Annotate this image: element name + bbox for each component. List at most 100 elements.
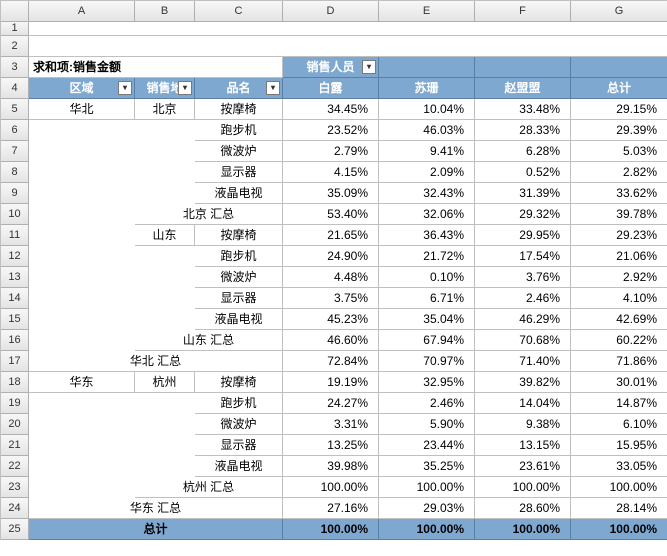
- dropdown-icon[interactable]: ▾: [362, 60, 376, 74]
- value-cell[interactable]: 31.39%: [475, 183, 571, 204]
- row-header-15[interactable]: 15: [1, 309, 29, 330]
- col-header-B[interactable]: B: [135, 1, 195, 22]
- col-person-1[interactable]: 苏珊: [379, 78, 475, 99]
- value-cell[interactable]: 4.48%: [283, 267, 379, 288]
- row-header-21[interactable]: 21: [1, 435, 29, 456]
- value-cell[interactable]: 67.94%: [379, 330, 475, 351]
- value-cell[interactable]: 3.31%: [283, 414, 379, 435]
- value-cell[interactable]: 2.09%: [379, 162, 475, 183]
- row-header-20[interactable]: 20: [1, 414, 29, 435]
- value-cell[interactable]: 28.33%: [475, 120, 571, 141]
- dropdown-icon[interactable]: ▾: [266, 81, 280, 95]
- city-shandong[interactable]: 山东: [135, 225, 195, 246]
- pivot-row-product[interactable]: 品名 ▾: [195, 78, 283, 99]
- value-cell[interactable]: 53.40%: [283, 204, 379, 225]
- value-cell[interactable]: 60.22%: [571, 330, 667, 351]
- row-header-16[interactable]: 16: [1, 330, 29, 351]
- value-cell[interactable]: 6.10%: [571, 414, 667, 435]
- value-cell[interactable]: 13.15%: [475, 435, 571, 456]
- value-cell[interactable]: 42.69%: [571, 309, 667, 330]
- cell[interactable]: [571, 57, 667, 78]
- row-header-24[interactable]: 24: [1, 498, 29, 519]
- col-person-total[interactable]: 总计: [571, 78, 667, 99]
- col-person-0[interactable]: 白露: [283, 78, 379, 99]
- value-cell[interactable]: 35.25%: [379, 456, 475, 477]
- row-header-3[interactable]: 3: [1, 57, 29, 78]
- product-cell[interactable]: 微波炉: [195, 267, 283, 288]
- value-cell[interactable]: 9.38%: [475, 414, 571, 435]
- col-header-E[interactable]: E: [379, 1, 475, 22]
- value-cell[interactable]: 35.04%: [379, 309, 475, 330]
- product-cell[interactable]: 液晶电视: [195, 309, 283, 330]
- grand-value[interactable]: 100.00%: [283, 519, 379, 540]
- product-cell[interactable]: 跑步机: [195, 246, 283, 267]
- product-cell[interactable]: 按摩椅: [195, 225, 283, 246]
- product-cell[interactable]: 显示器: [195, 435, 283, 456]
- grand-total-label[interactable]: 总计: [29, 519, 283, 540]
- row-header-12[interactable]: 12: [1, 246, 29, 267]
- row-header-22[interactable]: 22: [1, 456, 29, 477]
- region-huabei[interactable]: 华北: [29, 99, 135, 120]
- product-cell[interactable]: 液晶电视: [195, 183, 283, 204]
- cell[interactable]: [29, 22, 667, 36]
- subtotal-hangzhou[interactable]: 杭州 汇总: [135, 477, 283, 498]
- value-cell[interactable]: 39.78%: [571, 204, 667, 225]
- subtotal-beijing[interactable]: 北京 汇总: [135, 204, 283, 225]
- product-cell[interactable]: 显示器: [195, 162, 283, 183]
- cell[interactable]: [379, 57, 475, 78]
- product-cell[interactable]: 显示器: [195, 288, 283, 309]
- row-header-4[interactable]: 4: [1, 78, 29, 99]
- value-cell[interactable]: 33.48%: [475, 99, 571, 120]
- product-cell[interactable]: 按摩椅: [195, 372, 283, 393]
- pivot-col-field[interactable]: 销售人员 ▾: [283, 57, 379, 78]
- col-header-A[interactable]: A: [29, 1, 135, 22]
- value-cell[interactable]: 32.43%: [379, 183, 475, 204]
- col-header-C[interactable]: C: [195, 1, 283, 22]
- row-header-5[interactable]: 5: [1, 99, 29, 120]
- value-cell[interactable]: 6.28%: [475, 141, 571, 162]
- row-header-8[interactable]: 8: [1, 162, 29, 183]
- value-cell[interactable]: 4.10%: [571, 288, 667, 309]
- value-cell[interactable]: 71.86%: [571, 351, 667, 372]
- value-cell[interactable]: 23.44%: [379, 435, 475, 456]
- col-header-F[interactable]: F: [475, 1, 571, 22]
- value-cell[interactable]: 35.09%: [283, 183, 379, 204]
- value-cell[interactable]: 46.29%: [475, 309, 571, 330]
- value-cell[interactable]: 45.23%: [283, 309, 379, 330]
- value-cell[interactable]: 24.90%: [283, 246, 379, 267]
- value-cell[interactable]: 29.39%: [571, 120, 667, 141]
- value-cell[interactable]: 28.60%: [475, 498, 571, 519]
- row-header-13[interactable]: 13: [1, 267, 29, 288]
- value-cell[interactable]: 29.32%: [475, 204, 571, 225]
- cell[interactable]: [475, 57, 571, 78]
- value-cell[interactable]: 33.62%: [571, 183, 667, 204]
- subtotal-huadong[interactable]: 华东 汇总: [29, 498, 283, 519]
- value-cell[interactable]: 27.16%: [283, 498, 379, 519]
- value-cell[interactable]: 46.60%: [283, 330, 379, 351]
- value-cell[interactable]: 70.68%: [475, 330, 571, 351]
- value-cell[interactable]: 29.03%: [379, 498, 475, 519]
- value-cell[interactable]: 30.01%: [571, 372, 667, 393]
- dropdown-icon[interactable]: ▾: [178, 81, 192, 95]
- dropdown-icon[interactable]: ▾: [118, 81, 132, 95]
- value-cell[interactable]: 13.25%: [283, 435, 379, 456]
- pivot-row-city[interactable]: 销售地 ▾: [135, 78, 195, 99]
- grand-value[interactable]: 100.00%: [475, 519, 571, 540]
- subtotal-huabei[interactable]: 华北 汇总: [29, 351, 283, 372]
- value-cell[interactable]: 23.52%: [283, 120, 379, 141]
- product-cell[interactable]: 跑步机: [195, 393, 283, 414]
- row-header-25[interactable]: 25: [1, 519, 29, 540]
- value-cell[interactable]: 39.82%: [475, 372, 571, 393]
- value-cell[interactable]: 21.72%: [379, 246, 475, 267]
- col-header-D[interactable]: D: [283, 1, 379, 22]
- row-header-10[interactable]: 10: [1, 204, 29, 225]
- value-cell[interactable]: 72.84%: [283, 351, 379, 372]
- row-header-2[interactable]: 2: [1, 36, 29, 57]
- product-cell[interactable]: 微波炉: [195, 414, 283, 435]
- value-cell[interactable]: 33.05%: [571, 456, 667, 477]
- city-beijing[interactable]: 北京: [135, 99, 195, 120]
- product-cell[interactable]: 按摩椅: [195, 99, 283, 120]
- product-cell[interactable]: 跑步机: [195, 120, 283, 141]
- grand-value[interactable]: 100.00%: [379, 519, 475, 540]
- pivot-measure-label[interactable]: 求和项:销售金额: [29, 57, 283, 78]
